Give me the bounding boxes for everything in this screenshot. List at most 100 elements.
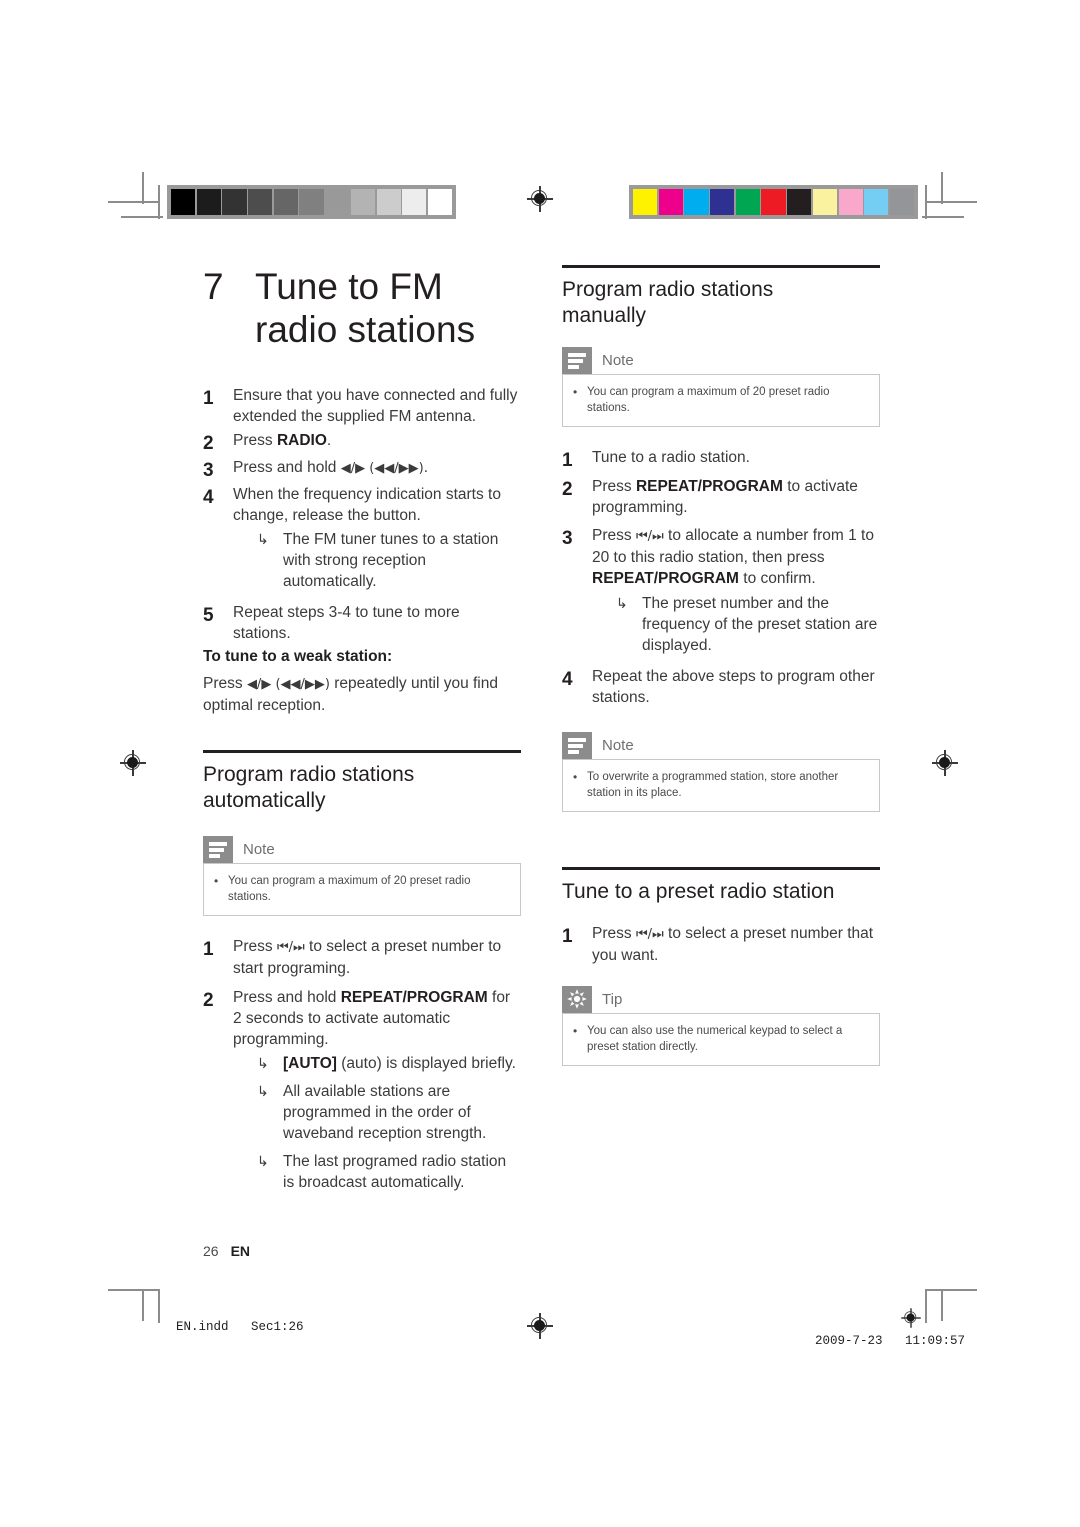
step-text: Tune to a radio station. [592, 449, 750, 466]
step-item: 3 Press and hold ◀/▶ (◀◀/▶▶). [203, 457, 521, 483]
step-text: Press and hold ◀/▶ (◀◀/▶▶). [233, 457, 521, 479]
step-text: Repeat steps 3-4 to tune to more station… [233, 604, 460, 642]
callout-list-item: • You can program a maximum of 20 preset… [214, 873, 510, 905]
step-text-suffix: . [423, 459, 429, 476]
result-arrow-icon: ↳ [616, 595, 628, 611]
skip-track-icon: ⏮/⏭ [635, 529, 664, 544]
callout-text: You can program a maximum of 20 preset r… [228, 875, 471, 903]
step-result: ↳ [AUTO] (auto) is displayed briefly. [257, 1053, 521, 1074]
result-text-rest: (auto) is displayed briefly. [336, 1055, 516, 1072]
step-text: Press ⏮/⏭ to select a preset number to s… [233, 936, 521, 979]
print-slug-timestamp: 2009-7-23 11:09:57 [800, 1320, 965, 1348]
callout-label: Note [602, 352, 634, 369]
step-number: 5 [203, 605, 214, 626]
step-number: 4 [562, 669, 573, 690]
button-name: REPEAT/PROGRAM [635, 478, 783, 495]
callout-label: Note [243, 841, 275, 858]
callout-header: Note [562, 347, 880, 374]
step-number: 3 [562, 528, 573, 549]
step-text-prefix: Press [592, 925, 636, 942]
step-text: Press RADIO. [233, 430, 521, 451]
step-item: 4 When the frequency indication starts t… [203, 484, 521, 592]
step-item: 4 Repeat the above steps to program othe… [562, 666, 880, 708]
step-item: 1 Tune to a radio station. [562, 447, 880, 473]
page-number: 26 [203, 1243, 219, 1259]
button-name: RADIO [276, 432, 327, 449]
callout-label: Note [602, 737, 634, 754]
result-text: [AUTO] (auto) is displayed briefly. [283, 1053, 521, 1074]
step-text-suffix: . [326, 432, 332, 449]
skip-track-icon: ⏮/⏭ [635, 927, 664, 942]
step-number: 1 [562, 450, 573, 471]
chapter-title-line1: Tune to FM [255, 266, 443, 307]
step-number: 1 [203, 939, 214, 960]
button-name: REPEAT/PROGRAM [592, 570, 739, 587]
tip-callout: Tip • You can also use the numerical key… [562, 986, 880, 1066]
print-slug-date: 2009-7-23 [815, 1334, 883, 1348]
step-text: Ensure that you have connected and fully… [233, 387, 518, 425]
callout-list-item: • You can program a maximum of 20 preset… [573, 384, 869, 416]
section-heading-program-auto: Program radio stations automatically [203, 750, 521, 814]
section-heading-text: Tune to a preset radio station [562, 880, 835, 903]
note-callout-program-manual-bottom: Note • To overwrite a programmed station… [562, 732, 880, 812]
step-result: ↳ The FM tuner tunes to a station with s… [257, 529, 521, 592]
step-number: 2 [203, 433, 214, 454]
result-arrow-icon: ↳ [257, 1083, 269, 1099]
callout-body: • You can also use the numerical keypad … [562, 1013, 880, 1066]
left-column: 7 Tune to FM radio stations 1 Ensure tha… [203, 265, 521, 1194]
program-manual-steps: 1 Tune to a radio station. 2 Press REPEA… [562, 447, 880, 708]
note-callout-program-manual-top: Note • You can program a maximum of 20 p… [562, 347, 880, 427]
step-text: Press ⏮/⏭ to allocate a number from 1 to… [592, 525, 880, 656]
display-value: [AUTO] [283, 1055, 337, 1072]
chapter-title: Tune to FM radio stations [255, 265, 475, 351]
print-slug-time: 11:09:57 [905, 1334, 966, 1348]
chapter-title-line2: radio stations [255, 309, 476, 350]
section-heading-line1: Program radio stations [562, 278, 774, 301]
result-text: All available stations are programmed in… [283, 1083, 487, 1142]
step-text-prefix: Press [233, 938, 277, 955]
step-text-prefix: Press and hold [233, 989, 341, 1006]
callout-header: Note [203, 836, 521, 863]
step-number: 3 [203, 460, 214, 481]
print-slug-filename: EN.indd Sec1:26 [176, 1320, 304, 1334]
step-result: ↳ All available stations are programmed … [257, 1081, 521, 1144]
result-text: The preset number and the frequency of t… [642, 595, 878, 654]
weak-station-instruction: Press ◀/▶ (◀◀/▶▶) repeatedly until you f… [203, 673, 521, 716]
section-heading-program-manual: Program radio stations manually [562, 265, 880, 329]
note-icon [203, 836, 233, 863]
callout-text: To overwrite a programmed station, store… [587, 771, 839, 799]
note-callout-program-auto: Note • You can program a maximum of 20 p… [203, 836, 521, 916]
step-text-prefix: Press and hold [233, 459, 341, 476]
step-text: Repeat the above steps to program other … [592, 668, 875, 706]
callout-body: • You can program a maximum of 20 preset… [562, 374, 880, 427]
step-text-body: When the frequency indication starts to … [233, 486, 501, 524]
section-heading-line1: Program radio stations [203, 763, 415, 786]
result-arrow-icon: ↳ [257, 1055, 269, 1071]
note-icon [562, 347, 592, 374]
bullet-icon: • [573, 1024, 578, 1038]
step-text: Press ⏮/⏭ to select a preset number that… [592, 923, 880, 966]
page-content: 7 Tune to FM radio stations 1 Ensure tha… [0, 0, 1080, 1527]
right-column: Program radio stations manually Note • Y… [562, 265, 880, 1086]
callout-header: Note [562, 732, 880, 759]
note-icon [562, 732, 592, 759]
language-code: EN [230, 1243, 251, 1259]
step-text: When the frequency indication starts to … [233, 484, 521, 592]
step-item: 2 Press REPEAT/PROGRAM to activate progr… [562, 476, 880, 518]
callout-header: Tip [562, 986, 880, 1013]
tip-icon [562, 986, 592, 1013]
button-name: REPEAT/PROGRAM [340, 989, 488, 1006]
result-text: The FM tuner tunes to a station with str… [283, 531, 499, 590]
section-heading-line2: manually [562, 304, 647, 327]
callout-text: You can program a maximum of 20 preset r… [587, 386, 830, 414]
chapter-number: 7 [203, 266, 224, 307]
seek-arrows-icon: ◀/▶ (◀◀/▶▶) [246, 677, 330, 692]
step-item: 3 Press ⏮/⏭ to allocate a number from 1 … [562, 525, 880, 656]
step-text: Press and hold REPEAT/PROGRAM for 2 seco… [233, 987, 521, 1193]
step-number: 2 [203, 990, 214, 1011]
step-text-prefix: Press [592, 478, 636, 495]
chapter-heading: 7 Tune to FM radio stations [203, 265, 521, 351]
seek-arrows-icon: ◀/▶ (◀◀/▶▶) [340, 461, 424, 476]
step-number: 4 [203, 487, 214, 508]
step-item: 2 Press RADIO. [203, 430, 521, 456]
